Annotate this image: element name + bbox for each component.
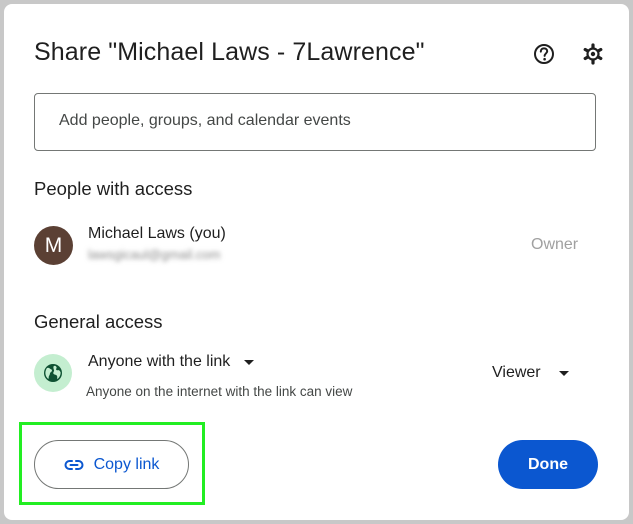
avatar[interactable]: M xyxy=(34,226,73,265)
done-button[interactable]: Done xyxy=(498,440,598,489)
person-name: Michael Laws (you) xyxy=(88,225,226,242)
general-access-dropdown[interactable]: Anyone with the link xyxy=(88,353,255,371)
add-people-field[interactable] xyxy=(34,93,596,151)
person-email: lawsgicaul@gmail.com xyxy=(88,247,221,262)
general-access-label: Anyone with the link xyxy=(88,353,231,370)
highlight-box xyxy=(19,422,205,505)
gear-icon[interactable] xyxy=(579,40,607,68)
general-access-description: Anyone on the internet with the link can… xyxy=(86,384,353,399)
role-dropdown[interactable]: Viewer xyxy=(492,364,569,382)
globe-icon xyxy=(34,354,72,392)
chevron-down-icon xyxy=(558,370,569,376)
owner-role-label: Owner xyxy=(531,236,579,253)
general-access-heading: General access xyxy=(34,311,163,332)
help-icon[interactable] xyxy=(530,40,558,68)
role-label: Viewer xyxy=(492,364,541,381)
dialog-title: Share "Michael Laws - 7Lawrence" xyxy=(34,38,425,66)
chevron-down-icon xyxy=(244,359,255,365)
people-with-access-heading: People with access xyxy=(34,178,193,199)
add-people-input[interactable] xyxy=(59,112,559,130)
share-dialog: Share "Michael Laws - 7Lawrence" People … xyxy=(4,4,629,520)
